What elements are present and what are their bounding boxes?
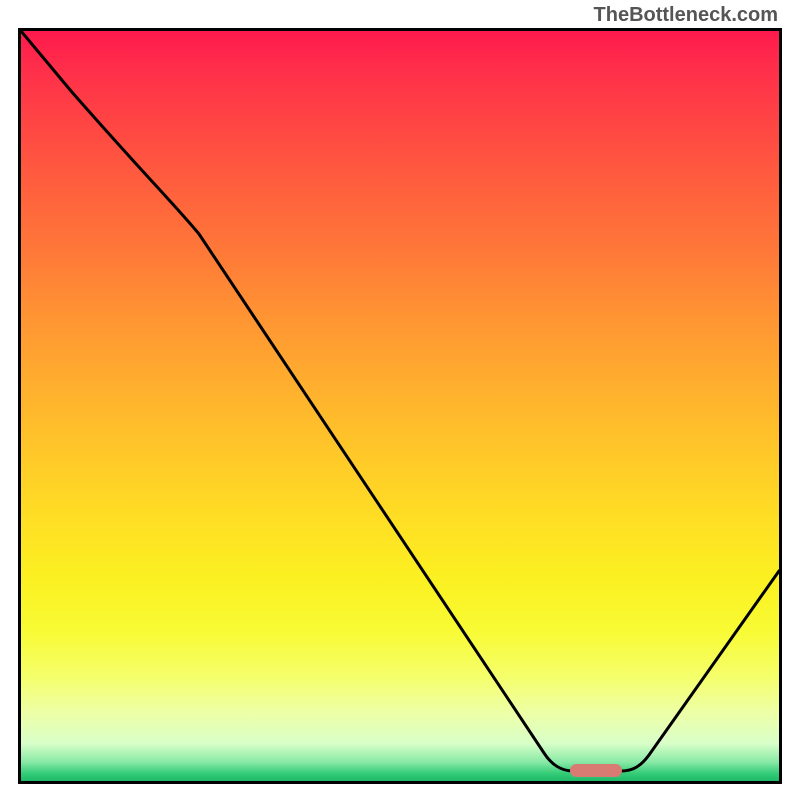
optimal-marker <box>570 764 622 777</box>
chart-plot-area <box>18 28 782 784</box>
chart-curve-svg <box>21 31 779 781</box>
bottleneck-curve-path <box>21 31 779 771</box>
watermark-text: TheBottleneck.com <box>594 4 778 27</box>
